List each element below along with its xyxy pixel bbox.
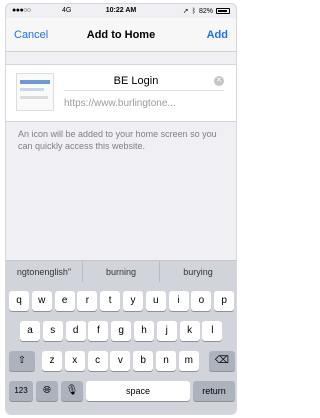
page-title: Add to Home xyxy=(86,29,156,41)
description-text: An icon will be added to your home scree… xyxy=(18,129,217,151)
key-w[interactable]: w xyxy=(31,291,52,311)
key-i[interactable]: i xyxy=(168,291,189,311)
key-k[interactable]: k xyxy=(179,321,200,341)
shift-key[interactable]: ⇧ xyxy=(9,351,35,371)
backspace-key[interactable]: ⌫ xyxy=(209,351,235,371)
key-u[interactable]: u xyxy=(145,291,166,311)
keyboard-row-2: asdfghjkl xyxy=(6,321,236,341)
key-o[interactable]: o xyxy=(191,291,212,311)
microphone-icon[interactable]: 🎙︎ xyxy=(61,381,83,401)
phone-screen: ●●●○○ 4G 10:22 AM ➚ ᛒ 82% Cancel Add to … xyxy=(5,3,237,415)
key-m[interactable]: m xyxy=(178,351,199,371)
battery-percent: 82% xyxy=(198,7,213,15)
suggestion-item[interactable]: burning xyxy=(83,261,160,282)
key-q[interactable]: q xyxy=(9,291,29,311)
location-icon: ➚ xyxy=(182,8,189,15)
key-j[interactable]: j xyxy=(156,321,177,341)
bookmark-card: BE Login ✕ https://www.burlingtone... xyxy=(6,64,236,122)
key-g[interactable]: g xyxy=(111,321,132,341)
globe-icon[interactable]: 🌐︎ xyxy=(36,381,58,401)
numbers-key[interactable]: 123 xyxy=(9,381,33,401)
keyboard-row-4: 123 🌐︎ 🎙︎ space return xyxy=(6,381,236,401)
bookmark-name-field[interactable]: BE Login ✕ xyxy=(64,73,224,91)
keyboard-row-1: qwertyuiop xyxy=(6,291,236,311)
key-t[interactable]: t xyxy=(100,291,121,311)
status-bar: ●●●○○ 4G 10:22 AM ➚ ᛒ 82% xyxy=(6,4,236,18)
key-h[interactable]: h xyxy=(134,321,154,341)
key-p[interactable]: p xyxy=(214,291,235,311)
key-x[interactable]: x xyxy=(64,351,85,371)
bluetooth-icon: ᛒ xyxy=(191,7,196,15)
clear-icon[interactable]: ✕ xyxy=(214,76,224,86)
key-c[interactable]: c xyxy=(87,351,108,371)
suggestion-bar: ngtonenglish" burning burying xyxy=(6,260,236,282)
key-a[interactable]: a xyxy=(20,321,40,341)
keyboard-row-3: ⇧ ⌫ zxcvbnm xyxy=(6,351,236,371)
add-button[interactable]: Add xyxy=(207,29,228,41)
key-b[interactable]: b xyxy=(133,351,154,371)
key-s[interactable]: s xyxy=(42,321,63,341)
key-e[interactable]: e xyxy=(54,291,75,311)
key-d[interactable]: d xyxy=(65,321,86,341)
navigation-bar: Cancel Add to Home Add xyxy=(6,18,236,52)
key-v[interactable]: v xyxy=(110,351,131,371)
keyboard: qwertyuiop asdfghjkl ⇧ ⌫ zxcvbnm 123 🌐︎ … xyxy=(6,282,236,414)
battery-icon xyxy=(216,8,230,14)
site-thumbnail xyxy=(16,73,54,111)
return-key[interactable]: return xyxy=(193,381,235,401)
key-n[interactable]: n xyxy=(156,351,176,371)
key-r[interactable]: r xyxy=(77,291,98,311)
key-y[interactable]: y xyxy=(123,291,143,311)
bookmark-name: BE Login xyxy=(113,75,159,87)
space-key[interactable]: space xyxy=(86,381,190,401)
suggestion-item[interactable]: burying xyxy=(160,261,236,282)
key-l[interactable]: l xyxy=(202,321,223,341)
status-right: ➚ ᛒ 82% xyxy=(183,7,230,15)
bookmark-url: https://www.burlingtone... xyxy=(64,98,176,109)
key-f[interactable]: f xyxy=(88,321,109,341)
suggestion-item[interactable]: ngtonenglish" xyxy=(6,261,83,282)
key-z[interactable]: z xyxy=(42,351,62,371)
